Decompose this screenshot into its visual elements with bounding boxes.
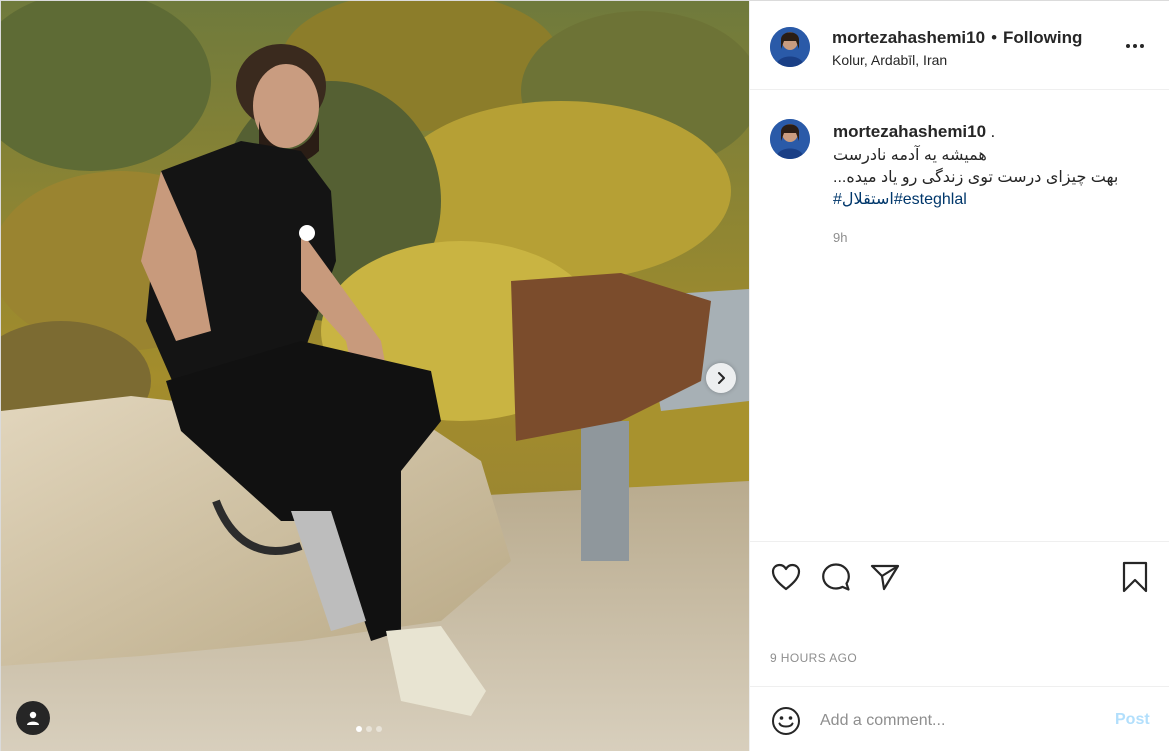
tagged-users-button[interactable] xyxy=(16,701,50,735)
avatar[interactable] xyxy=(770,119,810,159)
instagram-post: mortezahashemi10 • Following Kolur, Arda… xyxy=(0,0,1169,751)
action-bar xyxy=(750,541,1169,611)
carousel-dot xyxy=(366,726,372,732)
more-dot xyxy=(1126,44,1130,48)
hashtag-link[interactable]: #استقلال xyxy=(833,191,894,208)
more-options-button[interactable] xyxy=(1120,37,1150,55)
comment-button[interactable] xyxy=(819,560,853,594)
caption-username-suffix: . xyxy=(990,122,996,141)
post-timestamp[interactable]: 9 HOURS AGO xyxy=(770,651,857,665)
carousel-next-button[interactable] xyxy=(706,363,736,393)
comment-form: Post xyxy=(750,686,1169,751)
chevron-right-icon xyxy=(718,372,725,384)
carousel-indicator xyxy=(356,726,382,732)
caption-relative-time[interactable]: 9h xyxy=(833,230,847,245)
caption-username-row: mortezahashemi10 . xyxy=(833,122,995,142)
caption-line: بهت چیزای درست توی زندگی رو یاد میده... xyxy=(833,169,1119,186)
caption-hashtags: #استقلال#esteghlal xyxy=(833,189,1133,211)
hashtag-link[interactable]: #esteghlal xyxy=(894,191,967,208)
post-side-panel: mortezahashemi10 • Following Kolur, Arda… xyxy=(749,1,1169,751)
comment-input[interactable] xyxy=(820,707,1100,735)
save-button[interactable] xyxy=(1118,560,1152,594)
like-button[interactable] xyxy=(769,560,803,594)
username-link[interactable]: mortezahashemi10 xyxy=(832,28,985,48)
header-user-row: mortezahashemi10 • Following xyxy=(832,28,1082,48)
caption-line: همیشه یه آدمه نادرست xyxy=(833,147,987,164)
carousel-dot xyxy=(376,726,382,732)
avatar-image xyxy=(770,27,810,67)
user-tag-icon xyxy=(27,711,39,725)
avatar-image xyxy=(770,119,810,159)
caption-block: mortezahashemi10 . همیشه یه آدمه نادرست … xyxy=(750,91,1169,541)
post-header: mortezahashemi10 • Following Kolur, Arda… xyxy=(750,1,1169,90)
carousel-dot xyxy=(356,726,362,732)
comment-icon xyxy=(822,563,850,591)
emoji-icon xyxy=(772,707,800,735)
following-button[interactable]: Following xyxy=(1003,28,1082,48)
emoji-button[interactable] xyxy=(770,705,802,737)
post-media[interactable] xyxy=(1,1,749,751)
post-comment-button[interactable]: Post xyxy=(1115,711,1150,729)
bookmark-icon xyxy=(1122,561,1148,593)
more-dot xyxy=(1133,44,1137,48)
share-button[interactable] xyxy=(868,560,902,594)
post-photo xyxy=(1,1,749,751)
caption-text: همیشه یه آدمه نادرست بهت چیزای درست توی … xyxy=(833,145,1133,211)
heart-icon xyxy=(771,563,801,591)
share-icon xyxy=(870,564,900,591)
separator-dot: • xyxy=(991,28,998,47)
location-link[interactable]: Kolur, Ardabīl, Iran xyxy=(832,52,947,68)
caption-username-link[interactable]: mortezahashemi10 xyxy=(833,122,986,141)
avatar[interactable] xyxy=(770,27,810,67)
more-dot xyxy=(1140,44,1144,48)
